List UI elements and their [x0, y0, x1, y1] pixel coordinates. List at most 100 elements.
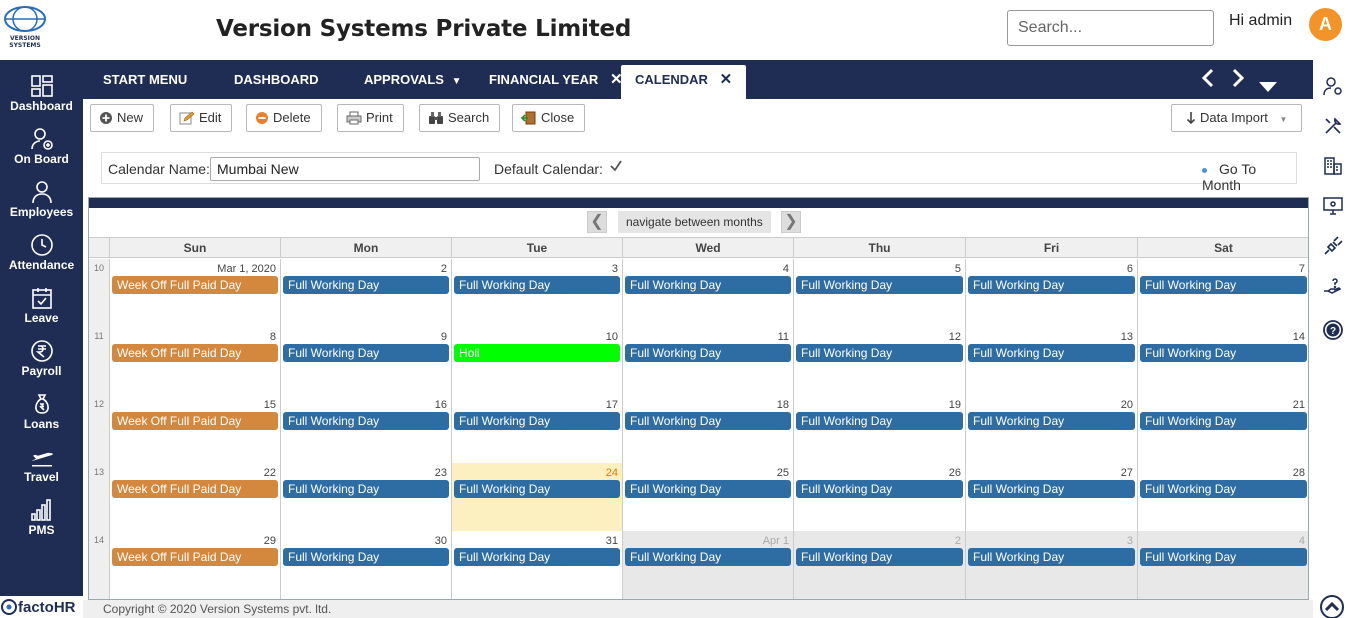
calendar-day-cell[interactable]: 2 Full Working Day — [793, 531, 965, 599]
tabs-next-icon[interactable] — [1231, 68, 1245, 94]
help-icon[interactable]: ? — [1323, 320, 1343, 343]
calendar-day-cell[interactable]: 2 Full Working Day — [280, 259, 451, 327]
sidebar-item-travel[interactable]: Travel — [0, 445, 83, 495]
calendar-event-working[interactable]: Full Working Day — [796, 480, 963, 498]
calendar-day-cell[interactable]: 27 Full Working Day — [965, 463, 1137, 531]
close-icon[interactable]: ✕ — [720, 71, 733, 88]
calendar-day-cell[interactable]: 7 Full Working Day — [1137, 259, 1308, 327]
calendar-event-working[interactable]: Full Working Day — [1140, 276, 1307, 294]
calendar-event-working[interactable]: Full Working Day — [454, 480, 620, 498]
sidebar-item-employees[interactable]: Employees — [0, 180, 83, 230]
calendar-day-cell[interactable]: 21 Full Working Day — [1137, 395, 1308, 463]
calendar-day-cell[interactable]: 4 Full Working Day — [1137, 531, 1308, 599]
calendar-event-working[interactable]: Full Working Day — [454, 276, 620, 294]
calendar-event-working[interactable]: Full Working Day — [625, 480, 791, 498]
building-icon[interactable] — [1323, 156, 1343, 179]
calendar-event-working[interactable]: Full Working Day — [454, 548, 620, 566]
search-button[interactable]: Search — [419, 104, 501, 132]
close-button[interactable]: Close — [512, 104, 586, 132]
calendar-name-field[interactable] — [210, 157, 480, 181]
calendar-day-cell[interactable]: 3 Full Working Day — [965, 531, 1137, 599]
calendar-day-cell[interactable]: 20 Full Working Day — [965, 395, 1137, 463]
calendar-day-cell[interactable]: 9 Full Working Day — [280, 327, 451, 395]
monitor-icon[interactable] — [1323, 196, 1343, 219]
calendar-event-holiday[interactable]: Holi — [454, 344, 620, 362]
calendar-day-cell[interactable]: 22 Week Off Full Paid Day — [109, 463, 280, 531]
sidebar-item-attendance[interactable]: Attendance — [0, 233, 83, 283]
user-avatar[interactable]: A — [1309, 8, 1342, 41]
calendar-event-working[interactable]: Full Working Day — [796, 344, 963, 362]
calendar-event-working[interactable]: Full Working Day — [283, 480, 449, 498]
calendar-event-working[interactable]: Full Working Day — [796, 548, 963, 566]
calendar-day-cell[interactable]: 19 Full Working Day — [793, 395, 965, 463]
calendar-event-working[interactable]: Full Working Day — [968, 344, 1135, 362]
calendar-day-cell[interactable]: 29 Week Off Full Paid Day — [109, 531, 280, 599]
tab-dashboard[interactable]: DASHBOARD — [234, 65, 319, 99]
tabs-prev-icon[interactable] — [1201, 68, 1215, 94]
global-search-input[interactable] — [1007, 10, 1214, 46]
calendar-day-cell[interactable]: 26 Full Working Day — [793, 463, 965, 531]
tab-financial-year[interactable]: FINANCIAL YEAR ✕ — [489, 65, 623, 99]
calendar-day-cell[interactable]: 28 Full Working Day — [1137, 463, 1308, 531]
calendar-event-working[interactable]: Full Working Day — [454, 412, 620, 430]
calendar-event-working[interactable]: Full Working Day — [283, 344, 449, 362]
calendar-day-cell[interactable]: 6 Full Working Day — [965, 259, 1137, 327]
calendar-event-weekoff[interactable]: Week Off Full Paid Day — [112, 548, 278, 566]
calendar-event-weekoff[interactable]: Week Off Full Paid Day — [112, 276, 278, 294]
calendar-event-working[interactable]: Full Working Day — [625, 344, 791, 362]
new-button[interactable]: New — [90, 104, 155, 132]
calendar-event-working[interactable]: Full Working Day — [625, 276, 791, 294]
print-button[interactable]: Print — [337, 104, 404, 132]
sidebar-item-loans[interactable]: Loans — [0, 392, 83, 442]
calendar-event-working[interactable]: Full Working Day — [625, 412, 791, 430]
calendar-event-working[interactable]: Full Working Day — [283, 548, 449, 566]
calendar-day-cell[interactable]: 8 Week Off Full Paid Day — [109, 327, 280, 395]
tabs-menu-icon[interactable] — [1258, 73, 1278, 99]
tab-calendar[interactable]: CALENDAR ✕ — [621, 65, 747, 99]
calendar-event-working[interactable]: Full Working Day — [968, 276, 1135, 294]
plug-icon[interactable] — [1323, 236, 1343, 259]
tab-start-menu[interactable]: START MENU — [103, 65, 187, 99]
calendar-day-cell[interactable]: 31 Full Working Day — [451, 531, 622, 599]
calendar-event-working[interactable]: Full Working Day — [968, 548, 1135, 566]
go-to-month-link[interactable]: Go To Month — [1202, 161, 1296, 193]
company-logo[interactable]: VERSION SYSTEMS — [0, 4, 50, 58]
calendar-event-working[interactable]: Full Working Day — [968, 412, 1135, 430]
sidebar-item-onboard[interactable]: On Board — [0, 127, 83, 177]
calendar-event-working[interactable]: Full Working Day — [1140, 548, 1307, 566]
calendar-day-cell[interactable]: 16 Full Working Day — [280, 395, 451, 463]
calendar-day-cell[interactable]: 24 Full Working Day — [451, 463, 622, 531]
calendar-event-working[interactable]: Full Working Day — [283, 412, 449, 430]
calendar-day-cell[interactable]: 12 Full Working Day — [793, 327, 965, 395]
calendar-day-cell[interactable]: 30 Full Working Day — [280, 531, 451, 599]
tools-icon[interactable] — [1323, 116, 1343, 139]
calendar-event-working[interactable]: Full Working Day — [1140, 480, 1307, 498]
calendar-day-cell[interactable]: 11 Full Working Day — [622, 327, 793, 395]
data-import-button[interactable]: Data Import ▼ — [1171, 104, 1303, 132]
calendar-event-working[interactable]: Full Working Day — [1140, 344, 1307, 362]
calendar-event-working[interactable]: Full Working Day — [968, 480, 1135, 498]
delete-button[interactable]: Delete — [246, 104, 322, 132]
default-calendar-checkbox[interactable] — [609, 159, 623, 178]
calendar-day-cell[interactable]: 25 Full Working Day — [622, 463, 793, 531]
calendar-day-cell[interactable]: 4 Full Working Day — [622, 259, 793, 327]
calendar-event-working[interactable]: Full Working Day — [1140, 412, 1307, 430]
user-gear-icon[interactable] — [1323, 76, 1343, 99]
calendar-day-cell[interactable]: Apr 1 Full Working Day — [622, 531, 793, 599]
calendar-event-working[interactable]: Full Working Day — [796, 276, 963, 294]
sidebar-item-pms[interactable]: PMS — [0, 498, 83, 548]
calendar-day-cell[interactable]: Mar 1, 2020 Week Off Full Paid Day — [109, 259, 280, 327]
calendar-day-cell[interactable]: 14 Full Working Day — [1137, 327, 1308, 395]
calendar-day-cell[interactable]: 3 Full Working Day — [451, 259, 622, 327]
calendar-day-cell[interactable]: 13 Full Working Day — [965, 327, 1137, 395]
calendar-day-cell[interactable]: 5 Full Working Day — [793, 259, 965, 327]
sidebar-item-dashboard[interactable]: Dashboard — [0, 74, 83, 124]
calendar-event-weekoff[interactable]: Week Off Full Paid Day — [112, 344, 278, 362]
calendar-event-weekoff[interactable]: Week Off Full Paid Day — [112, 480, 278, 498]
edit-button[interactable]: Edit — [170, 104, 233, 132]
scroll-up-icon[interactable] — [1320, 595, 1344, 618]
calendar-day-cell[interactable]: 23 Full Working Day — [280, 463, 451, 531]
hand-question-icon[interactable] — [1323, 276, 1343, 299]
next-month-button[interactable]: ❯ — [781, 211, 801, 233]
prev-month-button[interactable]: ❮ — [587, 211, 607, 233]
